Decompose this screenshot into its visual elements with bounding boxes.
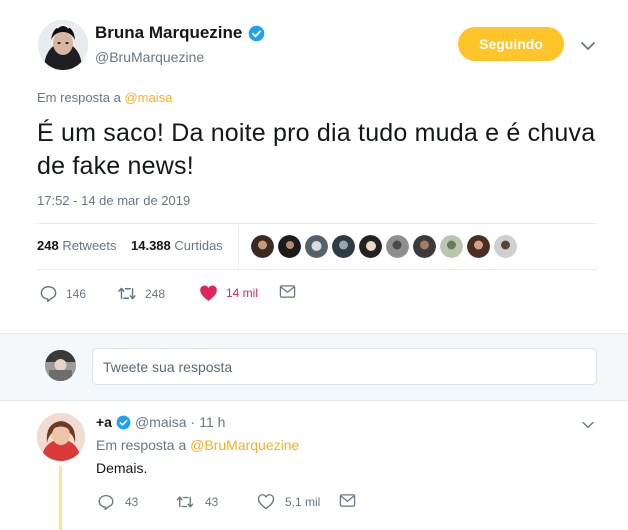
heart-icon xyxy=(200,285,217,301)
stats-divider xyxy=(238,225,239,269)
following-button[interactable]: Seguindo xyxy=(458,27,564,61)
chevron-down-icon[interactable] xyxy=(578,36,598,56)
author-handle[interactable]: @BruMarquezine xyxy=(95,49,204,65)
reply-author-name[interactable]: +a xyxy=(96,414,112,430)
liker-avatar[interactable] xyxy=(251,235,274,258)
reply-input[interactable] xyxy=(92,348,597,385)
reply-context-mention[interactable]: @maisa xyxy=(124,90,172,105)
reply-tweet-context-mention[interactable]: @BruMarquezine xyxy=(190,437,299,453)
liker-avatar[interactable] xyxy=(359,235,382,258)
retweet-icon xyxy=(118,287,136,300)
likes-label: Curtidas xyxy=(174,238,223,253)
reply-tweet-retweet-count: 43 xyxy=(205,495,219,509)
reply-tweet-like-count: 5,1 mil xyxy=(285,494,321,509)
like-button[interactable]: 14 mil xyxy=(199,284,258,302)
divider xyxy=(37,223,597,224)
reply-time[interactable]: 11 h xyxy=(199,414,225,430)
reply-button[interactable]: 146 xyxy=(39,284,86,303)
liker-avatar[interactable] xyxy=(413,235,436,258)
heart-outline-icon xyxy=(257,494,275,510)
reply-count: 146 xyxy=(66,286,87,301)
reply-author[interactable]: +a @maisa · 11 h xyxy=(96,414,225,430)
retweets-stat[interactable]: 248 Retweets xyxy=(37,238,117,253)
retweet-button[interactable]: 248 xyxy=(117,284,165,303)
author-avatar[interactable] xyxy=(38,20,88,70)
retweets-count: 248 xyxy=(37,238,59,253)
liker-avatar[interactable] xyxy=(467,235,490,258)
reply-tweet-text: Demais. xyxy=(96,460,148,476)
liker-avatar[interactable] xyxy=(305,235,328,258)
liker-avatar[interactable] xyxy=(278,235,301,258)
thread-line xyxy=(59,466,62,530)
message-icon xyxy=(339,494,356,507)
reply-tweet-like-button[interactable]: 5,1 mil xyxy=(257,493,320,510)
liker-avatar[interactable] xyxy=(332,235,355,258)
chevron-down-icon[interactable] xyxy=(580,417,596,433)
likes-count: 14.388 xyxy=(131,238,171,253)
divider xyxy=(37,269,597,270)
likers-avatars xyxy=(251,235,517,258)
reply-author-avatar[interactable] xyxy=(37,413,85,461)
liker-avatar[interactable] xyxy=(440,235,463,258)
retweet-count: 248 xyxy=(145,286,166,301)
direct-message-button[interactable] xyxy=(279,284,296,299)
retweet-icon xyxy=(176,496,194,508)
liker-avatar[interactable] xyxy=(494,235,517,258)
reply-context: Em resposta a @maisa xyxy=(37,90,172,105)
reply-author-handle[interactable]: @maisa xyxy=(135,414,187,430)
retweets-label: Retweets xyxy=(62,238,117,253)
tweet-text: É um saco! Da noite pro dia tudo muda e … xyxy=(37,119,596,180)
like-count: 14 mil xyxy=(226,286,259,300)
reply-tweet-reply-button[interactable]: 43 xyxy=(97,493,138,511)
current-user-avatar[interactable] xyxy=(45,350,76,381)
author-name-text[interactable]: Bruna Marquezine xyxy=(95,23,242,43)
author-name[interactable]: Bruna Marquezine xyxy=(95,23,265,43)
reply-tweet-context-prefix: Em resposta a xyxy=(96,437,187,453)
reply-context-prefix: Em resposta a xyxy=(37,90,121,105)
tweet-timestamp[interactable]: 17:52 - 14 de mar de 2019 xyxy=(37,193,190,208)
reply-icon xyxy=(40,286,57,303)
verified-badge-icon xyxy=(116,415,131,429)
reply-tweet-reply-count: 43 xyxy=(125,495,139,509)
reply-tweet-message-button[interactable] xyxy=(339,493,356,508)
likes-stat[interactable]: 14.388 Curtidas xyxy=(131,238,223,253)
verified-badge-icon xyxy=(249,25,265,41)
message-icon xyxy=(279,285,296,298)
dot-separator: · xyxy=(190,414,196,430)
reply-icon xyxy=(98,494,114,511)
liker-avatar[interactable] xyxy=(386,235,409,258)
reply-tweet-retweet-button[interactable]: 43 xyxy=(175,493,218,511)
reply-tweet-context: Em resposta a @BruMarquezine xyxy=(96,437,299,453)
